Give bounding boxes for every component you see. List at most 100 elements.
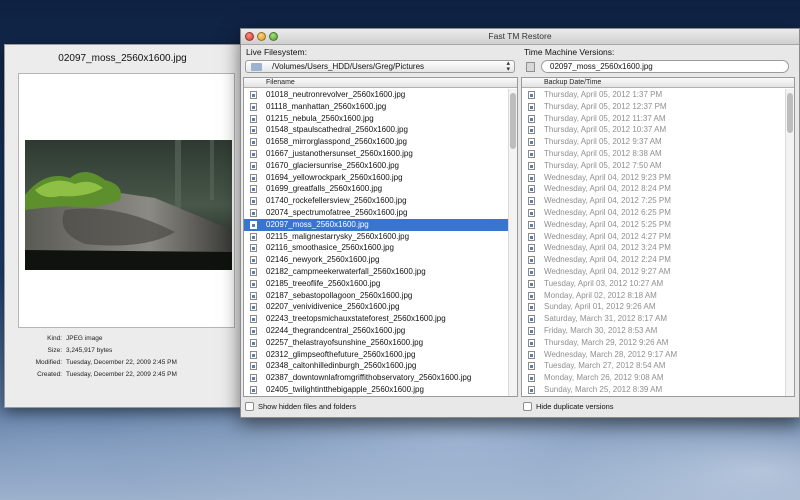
version-row[interactable]: Wednesday, April 04, 2012 9:27 AM [522, 266, 794, 278]
file-row[interactable]: 02182_campmeekerwaterfall_2560x1600.jpg [244, 266, 517, 278]
file-row[interactable]: 01667_justanothersunset_2560x1600.jpg [244, 148, 517, 160]
version-row[interactable]: Thursday, April 05, 2012 1:37 PM [522, 89, 794, 101]
folder-icon [251, 63, 262, 71]
version-row[interactable]: Wednesday, April 04, 2012 5:25 PM [522, 219, 794, 231]
file-name: 01667_justanothersunset_2560x1600.jpg [266, 148, 413, 158]
document-icon [528, 291, 535, 300]
version-row[interactable]: Thursday, April 05, 2012 12:37 PM [522, 101, 794, 113]
version-row[interactable]: Tuesday, April 03, 2012 10:27 AM [522, 278, 794, 290]
files-table-header[interactable]: Filename [244, 78, 517, 88]
versions-scroll-thumb[interactable] [787, 93, 793, 133]
document-icon [528, 244, 535, 253]
file-name: 02115_malignestarrysky_2560x1600.jpg [266, 231, 410, 241]
version-row[interactable]: Friday, March 30, 2012 8:53 AM [522, 325, 794, 337]
hide-duplicates-checkbox[interactable] [523, 402, 532, 411]
version-row[interactable]: Wednesday, April 04, 2012 6:25 PM [522, 207, 794, 219]
version-row[interactable]: Wednesday, April 04, 2012 4:27 PM [522, 231, 794, 243]
path-popup-button[interactable]: /Volumes/Users_HDD/Users/Greg/Pictures ▴… [245, 60, 515, 73]
version-search-field[interactable]: 02097_moss_2560x1600.jpg [541, 60, 789, 73]
file-row[interactable]: 02244_thegrandcentral_2560x1600.jpg [244, 325, 517, 337]
file-row[interactable]: 02074_spectrumofatree_2560x1600.jpg [244, 207, 517, 219]
backup-datetime: Thursday, April 05, 2012 12:37 PM [544, 101, 667, 111]
version-row[interactable]: Wednesday, April 04, 2012 8:24 PM [522, 183, 794, 195]
show-hidden-label[interactable]: Show hidden files and folders [258, 402, 356, 411]
files-scrollbar[interactable] [508, 89, 517, 396]
file-name: 01215_nebula_2560x1600.jpg [266, 113, 374, 123]
document-icon [250, 303, 257, 312]
backup-datetime: Thursday, April 05, 2012 11:37 AM [544, 113, 666, 123]
document-icon [250, 114, 257, 123]
document-icon [528, 220, 535, 229]
version-row[interactable]: Monday, March 26, 2012 9:08 AM [522, 372, 794, 384]
version-row[interactable]: Thursday, April 05, 2012 8:38 AM [522, 148, 794, 160]
file-row[interactable]: 01740_rockefellersview_2560x1600.jpg [244, 195, 517, 207]
version-row[interactable]: Wednesday, April 04, 2012 7:25 PM [522, 195, 794, 207]
version-row[interactable]: Wednesday, March 28, 2012 9:17 AM [522, 349, 794, 361]
window-titlebar[interactable]: Fast TM Restore [241, 29, 799, 45]
version-row[interactable]: Thursday, April 05, 2012 9:37 AM [522, 136, 794, 148]
backup-datetime: Wednesday, April 04, 2012 2:24 PM [544, 255, 671, 265]
meta-key: Modified: [35, 359, 62, 366]
file-row[interactable]: 02348_caltonhilledinburgh_2560x1600.jpg [244, 360, 517, 372]
version-row[interactable]: Saturday, March 31, 2012 8:17 AM [522, 313, 794, 325]
version-row[interactable]: Thursday, April 05, 2012 11:37 AM [522, 113, 794, 125]
file-row[interactable]: 02185_treeoflife_2560x1600.jpg [244, 278, 517, 290]
version-row[interactable]: Wednesday, April 04, 2012 9:23 PM [522, 172, 794, 184]
document-icon [250, 267, 257, 276]
file-name: 02097_moss_2560x1600.jpg [266, 219, 369, 229]
file-name: 02405_twilightintthebigapple_2560x1600.j… [266, 384, 424, 394]
version-row[interactable]: Thursday, April 05, 2012 10:37 AM [522, 124, 794, 136]
versions-list: Thursday, April 05, 2012 1:37 PM Thursday… [522, 89, 794, 396]
version-row[interactable]: Sunday, April 01, 2012 9:26 AM [522, 301, 794, 313]
file-row[interactable]: 01658_mirrorglasspond_2560x1600.jpg [244, 136, 517, 148]
meta-value: JPEG image [66, 335, 103, 342]
file-row[interactable]: 01118_manhattan_2560x1600.jpg [244, 101, 517, 113]
file-row[interactable]: 02207_venividivenice_2560x1600.jpg [244, 301, 517, 313]
document-icon [250, 338, 257, 347]
document-icon [250, 362, 257, 371]
meta-key: Size: [47, 347, 62, 354]
file-row[interactable]: 02116_smoothasice_2560x1600.jpg [244, 242, 517, 254]
file-row[interactable]: 01018_neutronrevolver_2560x1600.jpg [244, 89, 517, 101]
meta-key: Created: [37, 371, 62, 378]
file-name: 02387_downtownlafromgriffithobservatory_… [266, 373, 472, 383]
backup-date-column-header[interactable]: Backup Date/Time [544, 79, 601, 86]
file-name: 02243_treetopsmichauxstateforest_2560x16… [266, 314, 446, 324]
preview-frame [18, 73, 235, 328]
version-row[interactable]: Monday, April 02, 2012 8:18 AM [522, 290, 794, 302]
version-row[interactable]: Tuesday, March 27, 2012 8:54 AM [522, 360, 794, 372]
versions-table-header[interactable]: Backup Date/Time [522, 78, 794, 88]
version-row[interactable]: Wednesday, April 04, 2012 3:24 PM [522, 242, 794, 254]
file-row[interactable]: 02097_moss_2560x1600.jpg [244, 218, 517, 231]
versions-scrollbar[interactable] [785, 89, 794, 396]
file-row[interactable]: 02146_newyork_2560x1600.jpg [244, 254, 517, 266]
version-row[interactable]: Thursday, March 29, 2012 9:26 AM [522, 337, 794, 349]
file-row[interactable]: 02312_glimpseofthefuture_2560x1600.jpg [244, 349, 517, 361]
filename-column-header[interactable]: Filename [266, 79, 295, 86]
file-row[interactable]: 01694_yellowrockpark_2560x1600.jpg [244, 172, 517, 184]
document-icon [528, 279, 535, 288]
document-icon [250, 291, 257, 300]
hide-duplicates-label[interactable]: Hide duplicate versions [536, 402, 614, 411]
backup-datetime: Friday, March 30, 2012 8:53 AM [544, 325, 658, 335]
file-row[interactable]: 02405_twilightintthebigapple_2560x1600.j… [244, 384, 517, 396]
file-row[interactable]: 02387_downtownlafromgriffithobservatory_… [244, 372, 517, 384]
show-hidden-checkbox[interactable] [245, 402, 254, 411]
document-icon [250, 350, 257, 359]
file-row[interactable]: 02187_sebastopollagoon_2560x1600.jpg [244, 290, 517, 302]
file-row[interactable]: 01699_greatfalls_2560x1600.jpg [244, 183, 517, 195]
file-name: 02146_newyork_2560x1600.jpg [266, 255, 380, 265]
file-row[interactable]: 02115_malignestarrysky_2560x1600.jpg [244, 231, 517, 243]
meta-value: Tuesday, December 22, 2009 2:45 PM [66, 359, 177, 366]
file-name: 01118_manhattan_2560x1600.jpg [266, 101, 387, 111]
file-row[interactable]: 01670_glaciersunrise_2560x1600.jpg [244, 160, 517, 172]
file-row[interactable]: 01548_stpaulscathedral_2560x1600.jpg [244, 124, 517, 136]
files-scroll-thumb[interactable] [510, 93, 516, 149]
version-row[interactable]: Sunday, March 25, 2012 8:39 AM [522, 384, 794, 396]
file-row[interactable]: 02257_thelastrayofsunshine_2560x1600.jpg [244, 337, 517, 349]
version-row[interactable]: Wednesday, April 04, 2012 2:24 PM [522, 254, 794, 266]
version-row[interactable]: Thursday, April 05, 2012 7:50 AM [522, 160, 794, 172]
file-row[interactable]: 01215_nebula_2560x1600.jpg [244, 113, 517, 125]
backup-datetime: Monday, April 02, 2012 8:18 AM [544, 290, 657, 300]
file-row[interactable]: 02243_treetopsmichauxstateforest_2560x16… [244, 313, 517, 325]
